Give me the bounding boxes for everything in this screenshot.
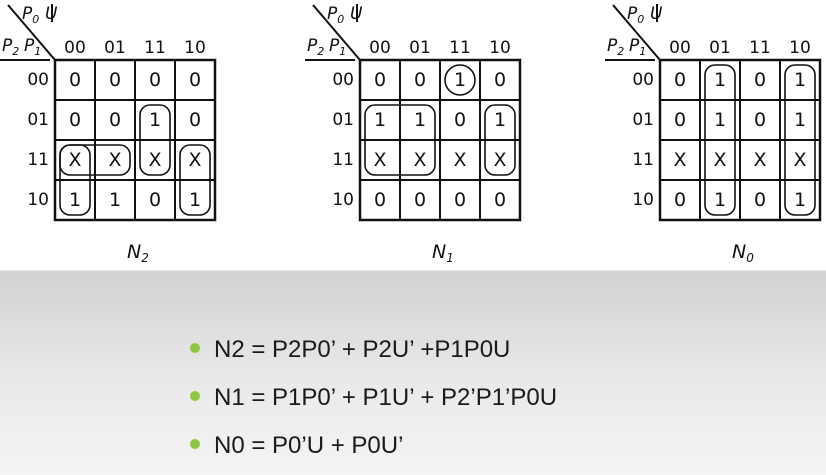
row-variable-label: P1 [629, 36, 646, 58]
kmap-cell-value: X [108, 149, 121, 171]
kmap-cell-value: 1 [714, 69, 726, 91]
kmap-cell-value: X [453, 149, 466, 171]
row-variable-label: P2 [607, 36, 624, 58]
kmap-cell-value: 1 [69, 189, 81, 211]
kmap-cell-value: 0 [149, 69, 161, 91]
column-variable-label: P0 [327, 4, 344, 26]
column-label: 10 [184, 38, 206, 58]
kmap-cell-value: 0 [674, 109, 686, 131]
row-label: 00 [332, 70, 354, 90]
row-label: 01 [632, 110, 654, 130]
kmap-cell-value: 1 [794, 109, 806, 131]
row-label: 11 [332, 150, 354, 170]
kmap-cell-value: X [373, 149, 386, 171]
row-label: 11 [27, 150, 49, 170]
bullet-icon [190, 439, 200, 449]
column-label: 00 [64, 38, 86, 58]
column-label: 10 [789, 38, 811, 58]
equation-n0: N0 = P0’U + P0U’ [188, 426, 557, 474]
equation-list: N2 = P2P0’ + P2U’ +P1P0U N1 = P1P0’ + P1… [188, 330, 557, 474]
equation-text: N0 = P0’U + P0U’ [214, 432, 404, 459]
column-label: 01 [709, 38, 731, 58]
row-variable-label: P1 [329, 36, 346, 58]
bullet-icon [190, 343, 200, 353]
row-label: 01 [332, 110, 354, 130]
column-variable-label: P0 [627, 4, 644, 26]
column-label: 11 [749, 38, 771, 58]
kmap-cell-value: 1 [794, 189, 806, 211]
equation-n1: N1 = P1P0’ + P1U’ + P2’P1’P0U [188, 378, 557, 426]
row-label: 11 [632, 150, 654, 170]
kmap-n0: P0UP2P1000111100001111001010101XXXX0101N… [605, 4, 822, 265]
column-label: 10 [489, 38, 511, 58]
row-label: 01 [27, 110, 49, 130]
kmap-cell-value: 0 [414, 189, 426, 211]
kmap-cell-value: 0 [754, 189, 766, 211]
kmap-cell-value: 0 [189, 109, 201, 131]
kmap-cell-value: 0 [454, 189, 466, 211]
equation-text: N1 = P1P0’ + P1U’ + P2’P1’P0U [214, 384, 558, 411]
kmap-cell-value: 0 [494, 69, 506, 91]
kmap-cell-value: 1 [189, 189, 201, 211]
row-label: 10 [632, 190, 654, 210]
kmap-cell-value: 0 [149, 189, 161, 211]
kmap-cell-value: 1 [149, 109, 161, 131]
row-variable-label: P1 [24, 36, 41, 58]
equation-text: N2 = P2P0’ + P2U’ +P1P0U [214, 336, 511, 363]
kmap-cell-value: 1 [714, 189, 726, 211]
kmap-cell-value: 0 [414, 69, 426, 91]
kmap-cell-value: 1 [494, 109, 506, 131]
kmap-cell-value: X [188, 149, 201, 171]
row-label: 10 [27, 190, 49, 210]
kmap-cell-value: 1 [794, 69, 806, 91]
kmap-title: N2 [127, 241, 149, 265]
kmap-cell-value: 1 [109, 189, 121, 211]
bullet-icon [190, 391, 200, 401]
kmap-cell-value: X [753, 149, 766, 171]
kmap-cell-value: 0 [109, 109, 121, 131]
row-label: 00 [632, 70, 654, 90]
kmap-cell-value: X [713, 149, 726, 171]
column-label: 11 [144, 38, 166, 58]
kmap-title: N1 [432, 241, 454, 265]
kmap-cell-value: 0 [454, 109, 466, 131]
kmap-cell-value: X [793, 149, 806, 171]
kmap-cell-value: 1 [714, 109, 726, 131]
kmap-cell-value: 0 [69, 69, 81, 91]
kmap-cell-value: 0 [754, 109, 766, 131]
kmap-cell-value: 0 [374, 189, 386, 211]
row-label: 10 [332, 190, 354, 210]
kmap-n2: P0UP2P1000111100001111000000010XXXX1101N… [0, 4, 217, 265]
kmap-cell-value: 0 [674, 189, 686, 211]
kmap-cell-value: 0 [109, 69, 121, 91]
column-label: 11 [449, 38, 471, 58]
column-label: 00 [369, 38, 391, 58]
column-variable-label: P0 [22, 4, 39, 26]
column-label: 00 [669, 38, 691, 58]
kmap-cell-value: 0 [674, 69, 686, 91]
kmap-cell-value: 0 [189, 69, 201, 91]
kmap-cell-value: 1 [454, 69, 466, 91]
kmap-cell-value: X [148, 149, 161, 171]
kmap-n1: P0UP2P1000111100001111000101101XXXX0000N… [305, 4, 522, 265]
kmap-cell-value: X [413, 149, 426, 171]
row-label: 00 [27, 70, 49, 90]
column-label: 01 [104, 38, 126, 58]
kmap-title: N0 [732, 241, 754, 265]
column-label: 01 [409, 38, 431, 58]
kmap-cell-value: X [493, 149, 506, 171]
karnaugh-map-panel: P0UP2P1000111100001111000000010XXXX1101N… [0, 0, 826, 270]
kmap-cell-value: 1 [374, 109, 386, 131]
equation-n2: N2 = P2P0’ + P2U’ +P1P0U [188, 330, 557, 378]
kmap-cell-value: 1 [414, 109, 426, 131]
kmap-cell-value: X [673, 149, 686, 171]
kmap-cell-value: X [68, 149, 81, 171]
kmap-cell-value: 0 [69, 109, 81, 131]
kmap-cell-value: 0 [754, 69, 766, 91]
kmap-cell-value: 0 [494, 189, 506, 211]
row-variable-label: P2 [307, 36, 324, 58]
row-variable-label: P2 [2, 36, 19, 58]
kmap-cell-value: 0 [374, 69, 386, 91]
